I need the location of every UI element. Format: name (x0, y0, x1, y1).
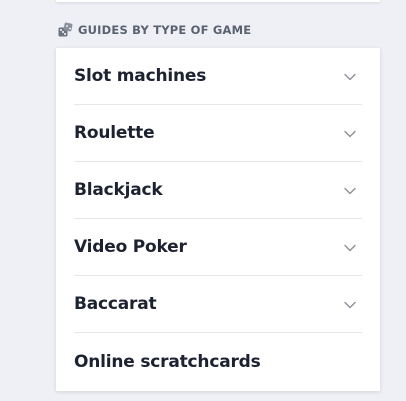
accordion-item-video-poker[interactable]: Video Poker (74, 219, 362, 276)
accordion-item-label: Blackjack (74, 180, 163, 200)
dice-icon (57, 22, 73, 38)
section-title: GUIDES BY TYPE OF GAME (78, 23, 252, 37)
chevron-down-icon (343, 183, 357, 197)
chevron-down-icon (343, 240, 357, 254)
game-guides-accordion: Slot machines Roulette Blackjack Video P… (56, 48, 380, 391)
accordion-item-label: Video Poker (74, 237, 187, 257)
chevron-down-icon (343, 126, 357, 140)
chevron-down-icon (343, 69, 357, 83)
accordion-item-blackjack[interactable]: Blackjack (74, 162, 362, 219)
accordion-item-slot-machines[interactable]: Slot machines (74, 48, 362, 105)
section-header: GUIDES BY TYPE OF GAME (57, 22, 251, 38)
accordion-item-label: Online scratchcards (74, 352, 261, 372)
accordion-item-baccarat[interactable]: Baccarat (74, 276, 362, 333)
accordion-item-label: Roulette (74, 123, 155, 143)
accordion-item-label: Slot machines (74, 66, 207, 86)
accordion-item-label: Baccarat (74, 294, 157, 314)
previous-card (56, 0, 380, 2)
accordion-item-online-scratchcards[interactable]: Online scratchcards (74, 333, 362, 391)
chevron-down-icon (343, 297, 357, 311)
accordion-item-roulette[interactable]: Roulette (74, 105, 362, 162)
